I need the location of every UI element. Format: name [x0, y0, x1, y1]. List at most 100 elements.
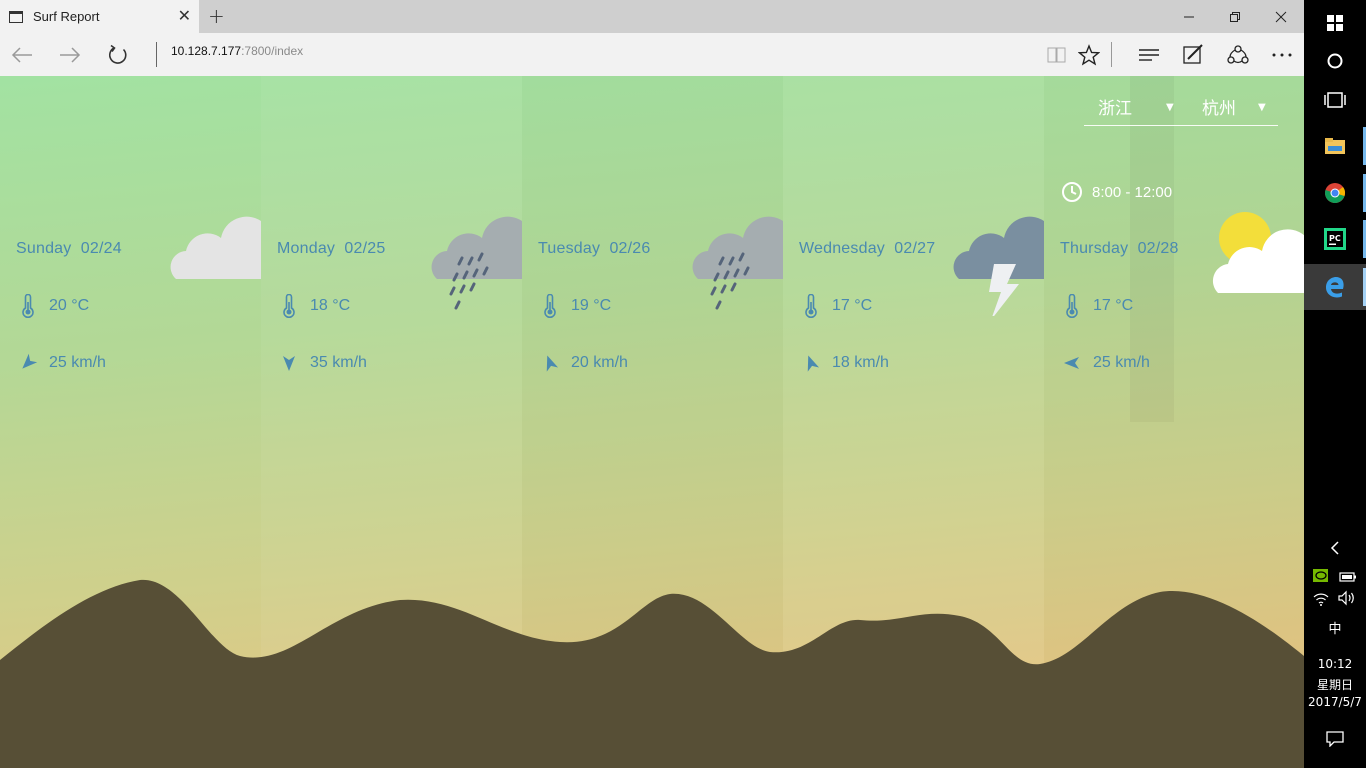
wind-row: 35 km/h — [277, 351, 367, 375]
pycharm-icon: PC — [1324, 228, 1346, 250]
chrome-button[interactable] — [1304, 170, 1366, 216]
edge-button[interactable] — [1304, 264, 1366, 310]
city-select[interactable]: 杭州 ▼ — [1202, 94, 1278, 119]
chrome-icon — [1325, 183, 1345, 203]
battery-icon[interactable] — [1339, 568, 1357, 582]
forecast-day-label: Sunday 02/24 — [16, 240, 122, 257]
wind-row: 25 km/h — [16, 351, 106, 375]
windows-logo-icon — [1327, 15, 1343, 31]
volume-icon[interactable] — [1338, 590, 1356, 606]
show-hidden-icons-button[interactable] — [1304, 526, 1366, 570]
more-icon[interactable] — [1262, 33, 1302, 76]
minimize-button[interactable] — [1166, 0, 1212, 33]
url-path: :7800/index — [241, 44, 304, 58]
temperature-row: 20 °C — [16, 294, 89, 318]
wind-speed-value: 25 km/h — [49, 354, 106, 371]
restore-button[interactable] — [1212, 0, 1258, 33]
browser-tab[interactable]: Surf Report ✕ — [0, 0, 199, 33]
pycharm-button[interactable]: PC — [1304, 216, 1366, 262]
clock-icon — [1062, 182, 1082, 202]
new-tab-button[interactable]: + — [208, 5, 225, 27]
wind-speed-value: 20 km/h — [571, 354, 628, 371]
cloudy-weather-icon — [166, 206, 261, 316]
temperature-value: 17 °C — [1093, 297, 1134, 314]
clock-time[interactable]: 10:12 — [1304, 657, 1366, 671]
windows-taskbar: PC 中 10:12 星期日 2017/5/7 — [1304, 0, 1366, 768]
clock-day[interactable]: 星期日 — [1304, 676, 1366, 693]
city-value: 杭州 — [1202, 99, 1236, 119]
file-explorer-button[interactable] — [1304, 123, 1366, 169]
mountains-silhouette — [0, 579, 1304, 768]
web-note-icon[interactable] — [1173, 33, 1213, 76]
wifi-icon[interactable] — [1313, 590, 1329, 606]
task-view-button[interactable] — [1304, 77, 1366, 123]
wind-direction-arrow-icon — [1060, 351, 1084, 375]
thermometer-icon — [277, 294, 301, 318]
url-host: 10.128.7.177 — [171, 44, 242, 58]
thermometer-icon — [799, 294, 823, 318]
chevron-down-icon: ▼ — [1166, 102, 1174, 113]
svg-text:PC: PC — [1329, 234, 1341, 243]
forecast-day-label: Monday 02/25 — [277, 240, 386, 257]
tab-close-icon[interactable]: ✕ — [178, 8, 191, 24]
folder-icon — [1325, 138, 1345, 154]
ime-indicator[interactable]: 中 — [1304, 618, 1366, 637]
rain-weather-icon — [427, 206, 522, 316]
forward-button[interactable] — [48, 33, 92, 76]
wind-speed-value: 18 km/h — [832, 354, 889, 371]
temperature-row: 18 °C — [277, 294, 350, 318]
address-bar: 10.128.7.177:7800/index — [0, 33, 1304, 76]
temperature-row: 17 °C — [799, 294, 872, 318]
url-separator — [156, 42, 157, 67]
time-range: 8:00 - 12:00 — [1061, 181, 1172, 203]
wind-speed-value: 25 km/h — [1093, 354, 1150, 371]
forecast-day-label: Thursday 02/28 — [1060, 240, 1179, 257]
clock-date[interactable]: 2017/5/7 — [1304, 695, 1366, 709]
surf-report-page: Sunday 02/24 20 °C 25 km/h Monday 02/25 18 °… — [0, 76, 1304, 768]
action-center-button[interactable] — [1304, 716, 1366, 762]
wind-direction-arrow-icon — [538, 351, 562, 375]
favorite-star-icon[interactable] — [1069, 33, 1109, 76]
location-selector: 浙江 ▼ 杭州 ▼ — [1084, 91, 1278, 126]
thermometer-icon — [538, 294, 562, 318]
forecast-day-label: Tuesday 02/26 — [538, 240, 651, 257]
hub-icon[interactable] — [1129, 33, 1169, 76]
temperature-value: 18 °C — [310, 297, 351, 314]
tab-page-icon — [9, 10, 23, 23]
share-icon[interactable] — [1218, 33, 1258, 76]
cortana-circle-icon — [1327, 53, 1343, 69]
temperature-value: 17 °C — [832, 297, 873, 314]
notification-icon — [1326, 731, 1344, 747]
nvidia-tray-icon[interactable] — [1313, 567, 1328, 582]
tab-title: Surf Report — [33, 9, 100, 24]
forecast-day-label: Wednesday 02/27 — [799, 240, 936, 257]
edge-icon — [1326, 277, 1344, 298]
province-select[interactable]: 浙江 ▼ — [1098, 94, 1182, 119]
temperature-row: 17 °C — [1060, 294, 1133, 318]
temperature-value: 19 °C — [571, 297, 612, 314]
thermometer-icon — [16, 294, 40, 318]
wind-row: 18 km/h — [799, 351, 889, 375]
url-field[interactable]: 10.128.7.177:7800/index — [171, 44, 303, 58]
chevron-left-icon — [1330, 541, 1339, 555]
wind-speed-value: 35 km/h — [310, 354, 367, 371]
rain-weather-icon — [688, 206, 783, 316]
wind-direction-arrow-icon — [277, 351, 301, 375]
wind-row: 25 km/h — [1060, 351, 1150, 375]
browser-titlebar: Surf Report ✕ + — [0, 0, 1304, 33]
time-range-value: 8:00 - 12:00 — [1092, 183, 1173, 201]
partly-cloudy-weather-icon — [1210, 206, 1304, 316]
chevron-down-icon: ▼ — [1258, 102, 1266, 113]
temperature-row: 19 °C — [538, 294, 611, 318]
task-view-icon — [1324, 92, 1346, 108]
close-window-button[interactable] — [1258, 0, 1304, 33]
thunderstorm-weather-icon — [949, 206, 1044, 320]
wind-direction-arrow-icon — [16, 351, 40, 375]
temperature-value: 20 °C — [49, 297, 90, 314]
wind-row: 20 km/h — [538, 351, 628, 375]
back-button[interactable] — [0, 33, 44, 76]
refresh-button[interactable] — [96, 33, 140, 76]
wind-direction-arrow-icon — [799, 351, 823, 375]
toolbar-separator — [1111, 42, 1112, 67]
thermometer-icon — [1060, 294, 1084, 318]
